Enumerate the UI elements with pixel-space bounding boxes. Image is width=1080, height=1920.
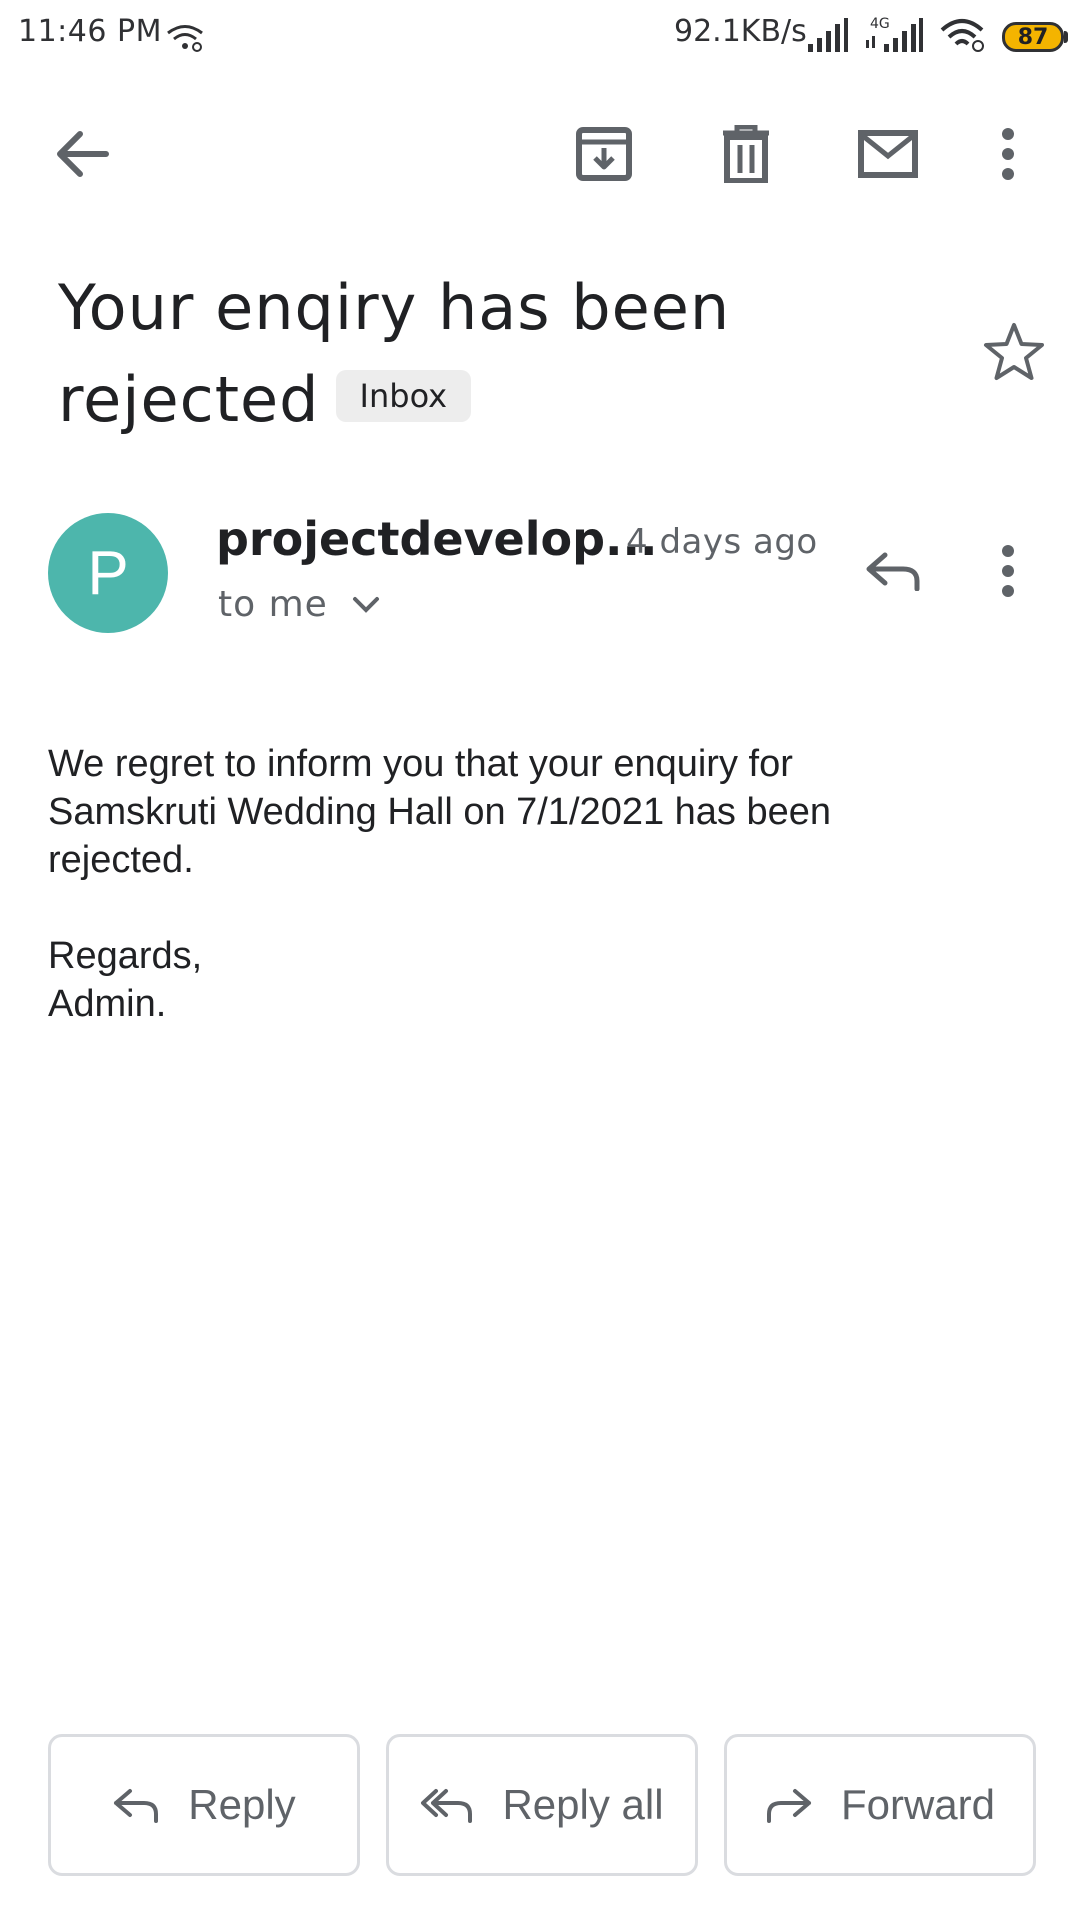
network-speed: 92.1KB/s	[674, 14, 807, 49]
status-time: 11:46 PM	[18, 14, 162, 49]
wifi-icon	[940, 19, 984, 52]
sender-avatar[interactable]: P	[48, 513, 168, 633]
star-button[interactable]	[974, 312, 1054, 392]
mark-unread-button[interactable]	[840, 106, 936, 202]
forward-label: Forward	[840, 1781, 996, 1828]
archive-icon	[576, 127, 632, 181]
reply-label: Reply	[188, 1781, 296, 1828]
subject-line-2: rejected	[58, 363, 320, 436]
subject-line-2-row: rejected Inbox	[58, 354, 938, 446]
battery-tip	[1064, 31, 1068, 43]
archive-button[interactable]	[556, 106, 652, 202]
battery-level: 87	[1017, 24, 1049, 50]
status-bar: 11:46 PM 92.1KB/s 4G 87	[0, 0, 1080, 72]
email-subject: Your enqiry has been rejected Inbox	[58, 262, 938, 446]
wifi-link-icon	[167, 25, 203, 52]
more-options-button[interactable]	[968, 106, 1048, 202]
recipient-label: to me	[218, 584, 328, 625]
reply-icon	[114, 1789, 159, 1823]
reply-icon-button[interactable]	[848, 526, 938, 616]
more-vert-icon	[1002, 128, 1014, 180]
more-vert-icon	[1002, 545, 1014, 597]
reply-all-label: Reply all	[502, 1781, 664, 1828]
star-icon	[984, 323, 1044, 380]
mark-unread-icon	[858, 130, 918, 178]
signal-4g-icon	[866, 18, 923, 52]
signal-icon	[808, 18, 848, 52]
delete-button[interactable]	[698, 106, 794, 202]
reply-button[interactable]: Reply	[48, 1734, 360, 1876]
back-button[interactable]	[34, 106, 130, 202]
back-arrow-icon	[57, 131, 109, 177]
reply-all-icon	[421, 1789, 473, 1823]
reply-icon	[866, 552, 920, 591]
email-time: 4 days ago	[626, 522, 818, 562]
battery-icon: 87	[1002, 22, 1064, 52]
email-body: We regret to inform you that your enquir…	[48, 743, 832, 1025]
inbox-label-chip[interactable]: Inbox	[335, 369, 472, 422]
reply-all-button[interactable]: Reply all	[386, 1734, 698, 1876]
forward-button[interactable]: Forward	[724, 1734, 1036, 1876]
sender-name: projectdevelop...	[216, 512, 658, 566]
recipient-toggle[interactable]: to me	[218, 584, 380, 625]
subject-line-1: Your enqiry has been	[58, 271, 731, 344]
forward-icon	[766, 1789, 811, 1823]
chevron-down-icon	[352, 596, 379, 613]
message-more-button[interactable]	[968, 526, 1048, 616]
delete-icon	[723, 125, 769, 183]
